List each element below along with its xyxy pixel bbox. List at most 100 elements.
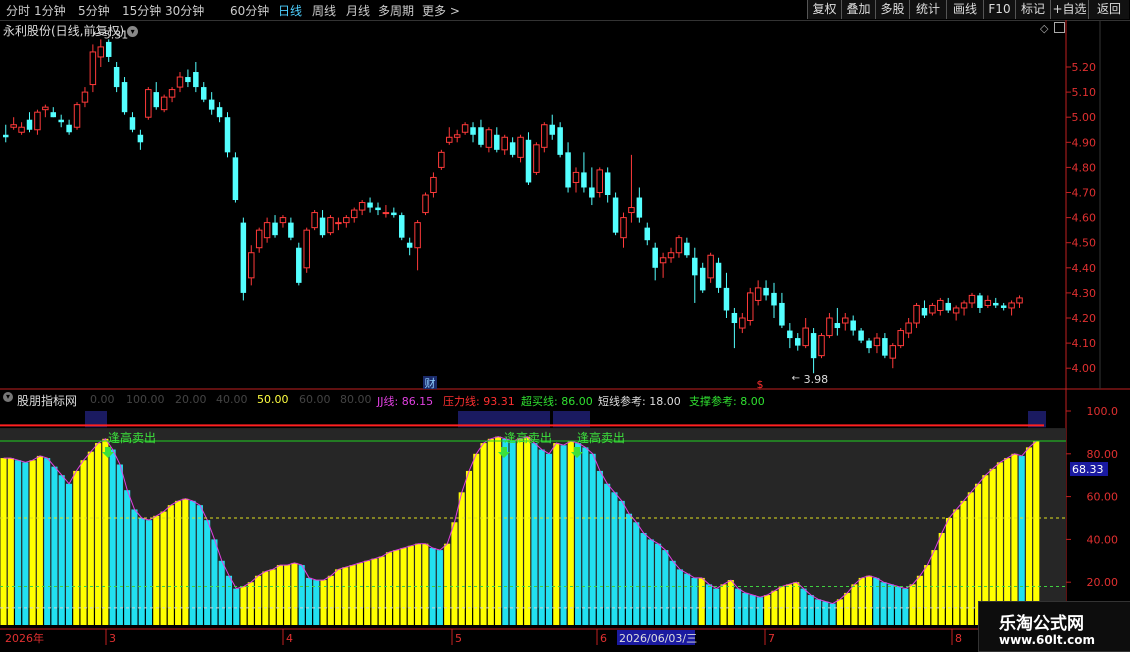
price-tick-label: 5.20 — [1072, 61, 1097, 74]
scale-60: 60.00 — [299, 393, 331, 406]
indicator-bar — [240, 586, 247, 625]
high-marker-label: 5.31 — [104, 28, 129, 41]
indicator-bar — [51, 466, 58, 625]
candle-body-down — [470, 127, 476, 135]
candle-body-down — [779, 302, 785, 326]
candle-body-down — [692, 257, 698, 276]
indicator-bar — [378, 556, 385, 625]
price-tick-label: 4.00 — [1072, 362, 1097, 375]
indicator-bar — [22, 462, 29, 625]
candle-body-down — [882, 338, 888, 356]
candle-body-up — [746, 292, 754, 322]
candle-body-up — [960, 302, 968, 309]
indicator-bar — [145, 520, 153, 625]
candle-body-up — [358, 202, 366, 211]
date-year-label: 2026年 — [5, 631, 44, 645]
candle-body-up — [160, 96, 168, 111]
candle-body-down — [288, 222, 294, 238]
candlestick-chart[interactable]: 5.20 5.10 5.00 4.90 4.80 4.70 4.60 4.50 4.40 4.30… — [0, 0, 1130, 650]
indicator-bar — [196, 505, 203, 625]
indicator-bar — [298, 565, 305, 625]
candle-body-up — [461, 124, 469, 133]
price-tick-label: 4.20 — [1072, 312, 1097, 325]
candle-body-down — [525, 139, 532, 183]
candle-body-down — [763, 287, 769, 296]
candle-body-up — [176, 76, 184, 88]
candle-body-up — [343, 217, 350, 224]
candle-body-up — [1008, 302, 1015, 309]
candle-body-down — [509, 142, 516, 155]
candle-body-up — [596, 169, 603, 194]
candle-body-up — [446, 136, 453, 143]
indicator-bar — [880, 582, 887, 625]
date-month-label: 3 — [109, 632, 116, 645]
indicator-bar — [407, 545, 414, 625]
candle-body-down — [921, 307, 928, 316]
date-month-label: 7 — [768, 632, 775, 645]
candle-body-down — [367, 202, 373, 208]
current-value-label: 68.33 — [1072, 463, 1104, 476]
indicator-bar — [844, 592, 851, 625]
date-month-label: 6 — [600, 632, 607, 645]
candle-body-up — [311, 212, 318, 229]
indicator-menu-icon[interactable]: ▾ — [3, 392, 13, 402]
indicator-bar — [560, 445, 567, 625]
indicator-bar — [858, 577, 865, 625]
candle-body-up — [414, 222, 421, 249]
indicator-bar — [589, 453, 596, 625]
indicator-bar — [7, 458, 14, 625]
indicator-bar — [807, 595, 814, 625]
candle-body-up — [430, 176, 437, 194]
indicator-bar — [124, 490, 131, 625]
indicator-bar — [640, 532, 647, 625]
indicator-bar — [945, 518, 953, 625]
indicator-bar — [778, 586, 785, 625]
indicator-bar — [909, 584, 916, 625]
candle-body-down — [589, 187, 595, 198]
indicator-bar — [465, 470, 473, 625]
candle-body-down — [723, 287, 730, 311]
scale-100: 100.00 — [126, 393, 165, 406]
indicator-bar — [669, 560, 676, 625]
candle-body-down — [208, 99, 215, 110]
indicator-bar — [582, 447, 589, 625]
candle-body-down — [296, 247, 302, 283]
indicator-bar — [458, 492, 465, 625]
indicator-bar — [189, 500, 196, 625]
indicator-bar — [691, 577, 698, 625]
indicator-bar — [393, 550, 400, 625]
indicator-bar — [509, 440, 516, 625]
indicator-bar — [924, 565, 931, 625]
candle-body-down — [1000, 305, 1007, 308]
date-month-label: 5 — [455, 632, 462, 645]
indicator-bar — [502, 438, 509, 625]
indicator-bar — [865, 575, 873, 625]
indicator-bar — [327, 575, 334, 625]
scale-50: 50.00 — [257, 393, 289, 406]
candle-body-down — [216, 107, 223, 118]
indicator-bar — [422, 543, 429, 625]
indicator-bar — [58, 475, 65, 625]
indicator-bar — [255, 575, 262, 625]
candle-body-down — [224, 117, 231, 153]
candle-body-up — [937, 299, 944, 311]
candle-body-down — [684, 242, 690, 256]
indicator-bar — [356, 562, 363, 625]
candle-body-up — [81, 91, 89, 103]
candle-body-down — [50, 112, 57, 118]
sell-signal-label: 逢高卖出 — [504, 430, 552, 445]
price-tick-label: 5.10 — [1072, 86, 1097, 99]
candle-body-down — [858, 330, 864, 341]
indicator-bar — [618, 500, 625, 625]
candle-body-up — [675, 237, 683, 254]
indicator-bar — [291, 562, 298, 625]
indicator-bar — [851, 584, 858, 625]
candle-body-up — [18, 126, 25, 133]
candle-body-down — [185, 77, 191, 83]
indicator-bar — [705, 584, 713, 625]
candle-body-up — [889, 345, 897, 359]
indicator-bar — [938, 532, 945, 625]
candle-body-up — [913, 304, 920, 324]
low-marker-label: 3.98 — [804, 373, 829, 386]
indicator-tick-label: 80.00 — [1087, 448, 1119, 461]
